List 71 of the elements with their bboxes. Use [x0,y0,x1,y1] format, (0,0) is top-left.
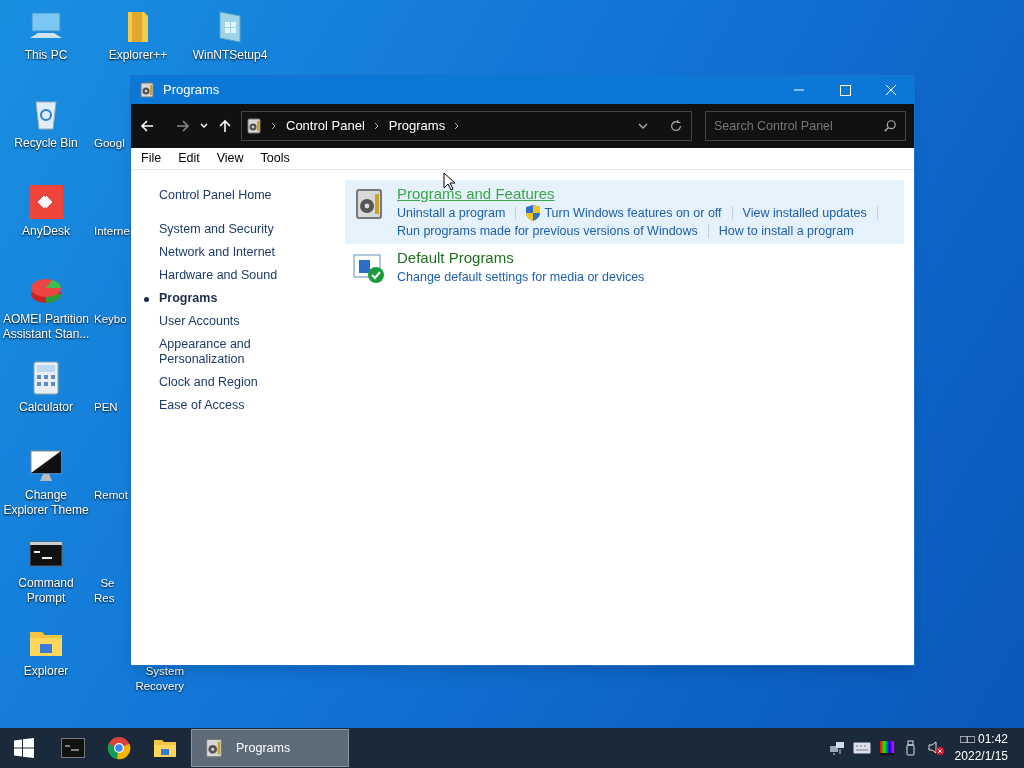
clock-time[interactable]: □□ 01:42 [960,731,1008,748]
desktop-icon-label[interactable]: Keybo [94,312,127,327]
bullet-icon [144,296,149,302]
clock-date[interactable]: 2022/1/15 [954,748,1008,765]
task-link[interactable]: How to install a program [718,222,854,240]
keyboard-icon[interactable] [852,742,871,754]
menu-item[interactable]: File [141,149,162,168]
desktop-icon-label[interactable]: Interne [94,224,130,239]
network-icon[interactable] [828,740,845,756]
desktop-icon-label[interactable]: Se Res [94,576,115,606]
desktop-icon-label[interactable]: Calculator [2,400,90,415]
color-display-icon[interactable] [878,740,895,756]
sidebar-item[interactable]: Network and Internet [159,244,289,260]
menu-item[interactable]: View [216,149,244,168]
monitor-icon [28,448,64,484]
refresh-icon[interactable] [669,119,683,133]
sidebar-link[interactable]: Control Panel Home [159,186,345,205]
breadcrumb[interactable]: Control Panel [286,116,365,136]
programs-icon [353,188,385,220]
sidebar-item[interactable]: Hardware and Sound [159,267,289,283]
chevron-right-icon[interactable] [372,121,381,131]
desktop-icon-label[interactable]: AOMEI Partition Assistant Stan... [2,312,90,342]
menu-item[interactable]: Edit [178,149,200,168]
window-title: Programs [163,81,221,100]
sidebar-item[interactable]: Clock and Region [159,374,289,390]
search-field[interactable]: Search Control Panel [705,111,906,141]
search-icon[interactable] [883,119,897,133]
desktop-icon-label[interactable]: Command Prompt [2,576,90,606]
default-programs-icon [353,252,385,284]
breadcrumb[interactable]: Programs [388,116,446,136]
sidebar-item[interactable]: Programs [159,290,289,306]
desktop-icon-label[interactable]: PEN [94,400,118,415]
chevron-down-icon[interactable] [637,121,649,131]
desktop-icon-label[interactable]: WinNTSetup4 [186,48,274,63]
programs-icon [204,738,224,758]
task-link[interactable]: Change default settings for media or devices [397,268,645,286]
desktop-icon-label[interactable]: System Recovery [94,664,184,694]
terminal-icon[interactable] [61,738,85,758]
desktop-icon-label[interactable]: AnyDesk [2,224,90,239]
up-arrow-icon[interactable] [217,118,233,134]
taskbar-button[interactable]: Programs [191,729,349,767]
sidebar-item[interactable]: Appearance and Personalization [159,336,289,367]
desktop-icon-label[interactable]: Change Explorer Theme [2,488,90,518]
task-link[interactable]: Turn Windows features on or off [544,204,722,222]
window-icon [139,82,155,98]
folder-icon[interactable] [153,738,177,758]
desktop-icon-label[interactable]: Remot [94,488,128,503]
volume-muted-icon[interactable] [926,740,945,756]
desktop-icon-label[interactable]: Explorer [2,664,90,679]
category-title-link[interactable]: Default Programs [397,248,645,268]
control-panel-icon [246,118,262,134]
windows-start-icon[interactable] [14,738,34,758]
desktop-icon-label[interactable]: This PC [2,48,90,63]
address-bar[interactable]: Control Panel Programs [241,111,692,141]
desktop-icon-label[interactable]: Googl [94,136,125,151]
chevron-right-icon[interactable] [270,121,278,131]
task-link[interactable]: View installed updates [742,204,867,222]
desktop-icon-label[interactable]: Recycle Bin [2,136,90,151]
sidebar-item[interactable]: User Accounts [159,313,289,329]
task-link[interactable]: Run programs made for previous versions of Windows [397,222,698,240]
menu-item[interactable]: Tools [260,149,290,168]
search-placeholder: Search Control Panel [714,117,834,135]
chrome-icon[interactable] [107,736,131,760]
anydesk-icon [28,184,64,220]
desktop-icon-label[interactable]: Explorer++ [94,48,182,63]
sidebar-item[interactable]: System and Security [159,221,289,237]
forward-arrow-icon[interactable] [175,118,191,134]
task-link[interactable]: Uninstall a program [397,204,506,222]
sidebar-item[interactable]: Ease of Access [159,397,289,413]
shield-icon [526,205,541,221]
back-arrow-icon[interactable] [139,118,155,134]
